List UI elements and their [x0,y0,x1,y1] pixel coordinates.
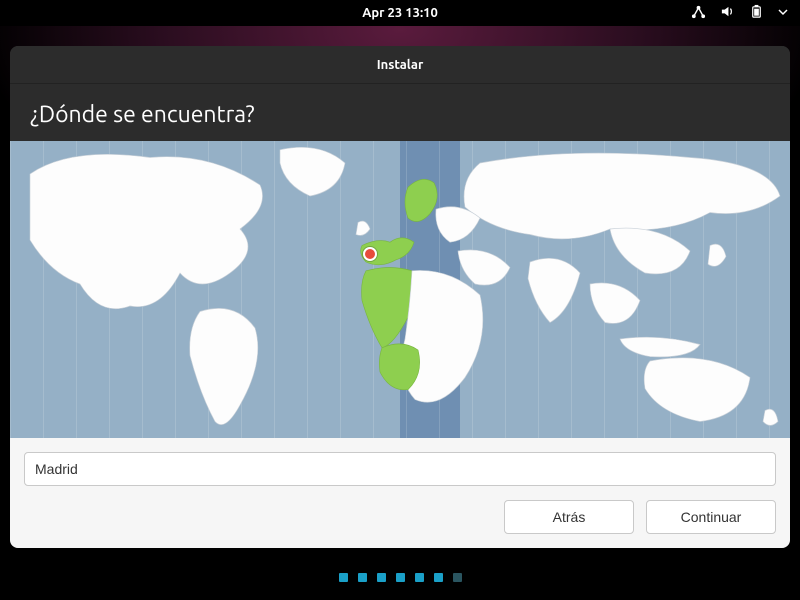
timezone-input[interactable] [24,452,776,486]
menu-caret-icon[interactable] [778,6,788,20]
progress-dot [434,573,443,582]
progress-dot [339,573,348,582]
installer-content: ¿Dónde se encuentra? [10,84,790,548]
continue-button[interactable]: Continuar [646,500,776,534]
page-heading: ¿Dónde se encuentra? [10,84,790,141]
progress-dot [415,573,424,582]
progress-dot [377,573,386,582]
progress-dot [396,573,405,582]
volume-icon[interactable] [720,4,735,22]
network-icon[interactable] [691,4,706,22]
button-row: Atrás Continuar [24,500,776,534]
system-tray [691,4,788,22]
progress-dot [453,573,462,582]
timezone-map[interactable] [10,141,790,438]
installer-window: Instalar ¿Dónde se encuentra? [10,46,790,548]
system-top-bar: Apr 23 13:10 [0,0,800,26]
clock[interactable]: Apr 23 13:10 [362,6,438,20]
progress-dot [358,573,367,582]
location-marker-icon [363,247,377,261]
back-button[interactable]: Atrás [504,500,634,534]
battery-icon[interactable] [749,4,764,22]
progress-dots [0,573,800,582]
lower-panel: Atrás Continuar [10,438,790,548]
window-title: Instalar [10,46,790,84]
world-map-svg [10,141,790,438]
